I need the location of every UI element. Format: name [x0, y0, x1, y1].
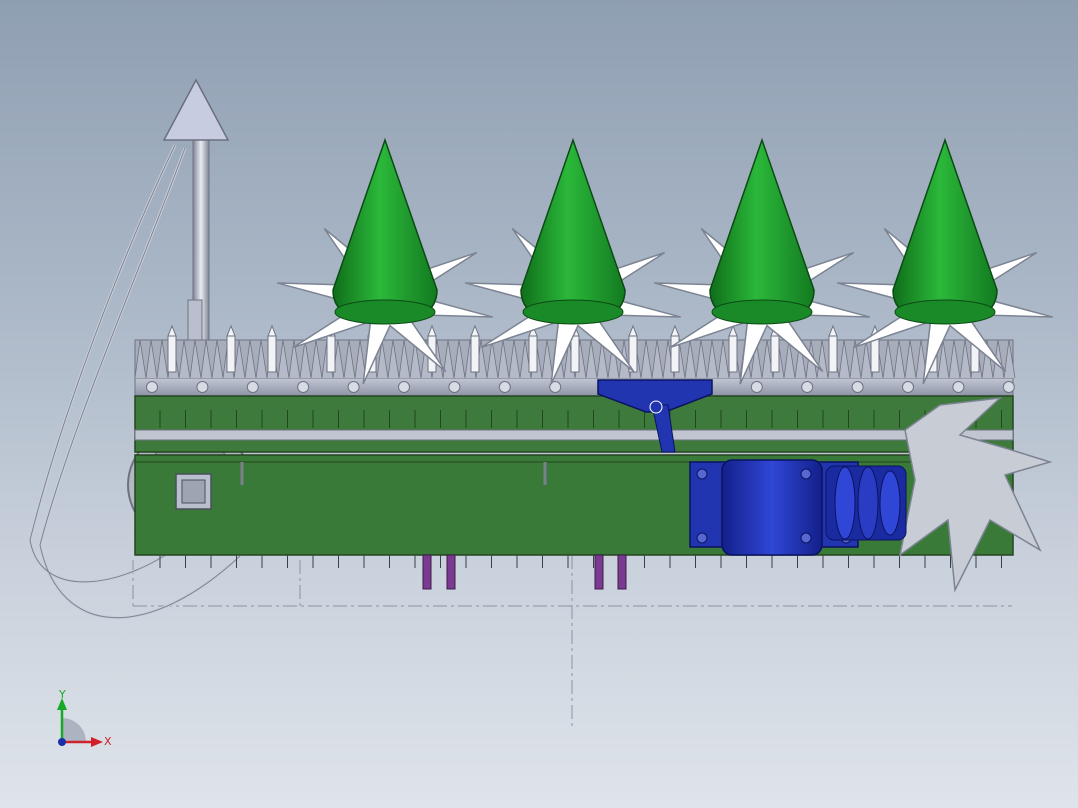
hex-bolt: [146, 381, 158, 393]
hex-bolt: [448, 381, 461, 393]
hex-bolt: [750, 381, 763, 393]
finger-guard: [470, 324, 480, 373]
row-divider-cones: [332, 137, 998, 325]
divider-cone: [520, 137, 626, 325]
hex-bolt: [851, 381, 864, 393]
hex-bolt: [902, 381, 914, 393]
hex-bolt: [952, 381, 965, 393]
finger-guard: [728, 324, 738, 373]
hex-bolt: [297, 381, 310, 393]
frame-bottom-ticks: [159, 555, 1002, 568]
hex-bolt: [801, 381, 814, 393]
upper-frame: [134, 395, 1014, 453]
hex-bolt: [347, 381, 360, 393]
hex-bolt: [398, 381, 410, 393]
z-axis-dot: [58, 738, 66, 746]
divider-tip: [162, 78, 230, 141]
finger-guard: [828, 324, 838, 373]
finger-guard: [226, 324, 236, 373]
hex-bolt: [196, 381, 209, 393]
hex-bolt: [1002, 381, 1015, 393]
v-belt-pulley: [825, 465, 907, 541]
finger-guard: [528, 324, 538, 373]
finger-guard: [167, 324, 177, 373]
y-axis-label: Y: [58, 688, 66, 701]
mount-pins: [422, 554, 627, 590]
hex-bolt: [246, 381, 259, 393]
finger-guard: [670, 324, 680, 373]
x-axis-label: X: [104, 735, 112, 748]
bearing-block-left: [175, 473, 212, 510]
cad-viewport[interactable]: Y X: [0, 0, 1078, 808]
hex-bolt: [498, 381, 511, 393]
finger-guard: [267, 324, 277, 373]
divider-cone: [709, 137, 815, 325]
model-canvas[interactable]: Y X: [0, 0, 1078, 808]
coordinate-triad[interactable]: Y X: [57, 688, 112, 748]
divider-cone: [332, 137, 438, 325]
divider-cone: [892, 137, 998, 325]
